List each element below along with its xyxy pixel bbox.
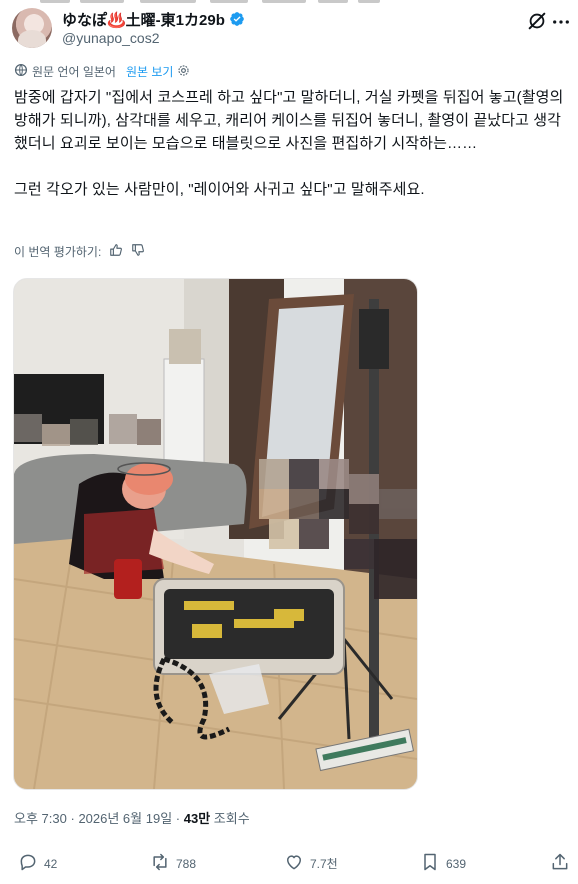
show-original-link[interactable]: 원본 보기: [126, 63, 174, 80]
tweet-photo[interactable]: [13, 278, 418, 790]
reply-icon: [18, 852, 38, 875]
handle[interactable]: @yunapo_cos2: [62, 30, 160, 46]
avatar[interactable]: [12, 8, 52, 48]
reply-button[interactable]: 42: [18, 852, 57, 875]
views-label: 조회수: [213, 811, 250, 826]
clipped-header-strip: [0, 0, 578, 6]
translation-note: 원문 언어 일본어 원본 보기: [14, 63, 190, 80]
tweet-text: 밤중에 갑자기 "집에서 코스프레 하고 싶다"고 말하더니, 거실 카펫을 뒤…: [14, 86, 572, 201]
bookmark-count: 639: [446, 856, 467, 871]
meta-separator-2: ·: [175, 811, 181, 826]
bookmark-icon: [420, 852, 440, 875]
tweet-paragraph-1: 밤중에 갑자기 "집에서 코스프레 하고 싶다"고 말하더니, 거실 카펫을 뒤…: [14, 89, 564, 152]
thumbs-down-icon[interactable]: [131, 243, 145, 260]
bookmark-button[interactable]: 639: [420, 852, 466, 875]
like-button[interactable]: 7.7천: [284, 852, 338, 875]
views-count: 43만: [183, 811, 211, 826]
thumbs-up-icon[interactable]: [109, 243, 123, 260]
tweet-meta: 오후 7:30 · 2026년 6월 19일 · 43만 조회수: [14, 808, 250, 827]
translate-icon: [14, 63, 28, 80]
translation-language-note: 원문 언어 일본어: [32, 65, 116, 79]
tweet-paragraph-2: 그런 각오가 있는 사람만이, "레이어와 사귀고 싶다"고 말해주세요.: [14, 181, 425, 198]
like-count: 7.7천: [310, 857, 338, 871]
display-name[interactable]: ゆなぽ♨️土曜-東1カ29b: [62, 9, 225, 30]
retweet-icon: [150, 852, 170, 875]
reply-count: 42: [44, 856, 58, 871]
tweet-time[interactable]: 오후 7:30: [14, 811, 67, 826]
author-name-row[interactable]: ゆなぽ♨️土曜-東1カ29b: [62, 8, 245, 30]
share-button[interactable]: [550, 852, 570, 875]
meta-separator: ·: [70, 811, 75, 826]
like-icon: [284, 852, 304, 875]
retweet-button[interactable]: 788: [150, 852, 196, 875]
grok-icon[interactable]: [526, 10, 548, 32]
retweet-count: 788: [176, 856, 197, 871]
action-bar: 42 788 7.7천 639: [0, 852, 578, 884]
gear-icon[interactable]: [177, 64, 190, 80]
rate-translation-label: 이 번역 평가하기:: [14, 245, 102, 259]
share-icon: [550, 852, 570, 875]
verified-badge-icon: [229, 11, 245, 27]
rate-translation: 이 번역 평가하기:: [14, 243, 145, 260]
tweet-date[interactable]: 2026년 6월 19일: [78, 811, 172, 826]
more-icon[interactable]: [552, 12, 570, 30]
